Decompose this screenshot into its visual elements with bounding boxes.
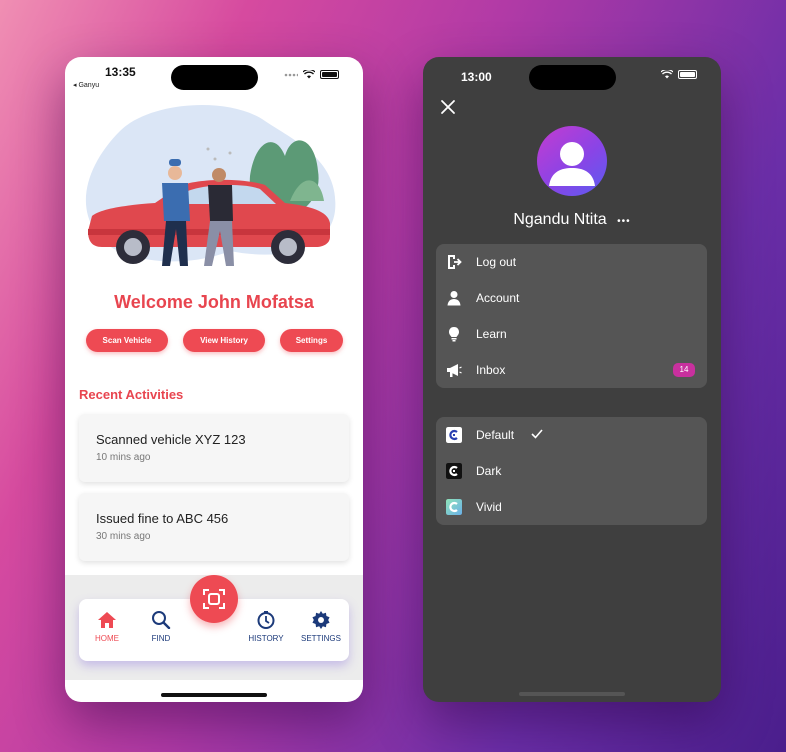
scan-icon [203,589,225,609]
battery-icon [678,70,697,79]
close-icon[interactable] [440,99,456,115]
activity-card[interactable]: Issued fine to ABC 456 30 mins ago [79,493,349,561]
lightbulb-icon [449,327,459,342]
left-phone-screen: 13:35 ◂ Ganyu Welcome John Mofatsa Scan … [65,57,363,702]
menu-item-logout[interactable]: Log out [436,244,707,280]
account-menu: Log out Account Learn Inbox 14 [436,244,707,388]
dark-theme-icon [446,463,462,479]
home-icon [98,612,116,628]
tab-home[interactable]: HOME [84,611,130,643]
theme-option-default[interactable]: Default [436,417,707,453]
tab-history[interactable]: HISTORY [243,611,289,643]
quick-actions: Scan Vehicle View History Settings [86,329,343,352]
activity-time: 10 mins ago [96,452,151,463]
history-icon [257,611,275,629]
menu-item-label: Learn [476,327,507,341]
dynamic-island [171,65,258,90]
tab-label: HISTORY [248,634,284,643]
inbox-count-badge: 14 [673,363,695,377]
theme-menu: Default Dark Vivid [436,417,707,525]
dynamic-island [529,65,616,90]
tab-find[interactable]: FIND [138,611,184,643]
recent-activities-title: Recent Activities [79,387,184,402]
home-indicator [519,692,625,696]
right-phone-screen: 13:00 Ngandu Ntita ••• Log out Account L… [423,57,721,702]
wifi-icon [661,70,673,79]
menu-item-account[interactable]: Account [436,280,707,316]
person-avatar-icon [549,142,595,186]
wifi-icon [303,70,315,79]
menu-item-label: Account [476,291,520,305]
user-name-row: Ngandu Ntita ••• [423,211,721,229]
theme-option-dark[interactable]: Dark [436,453,707,489]
activity-title: Issued fine to ABC 456 [96,511,229,526]
menu-item-label: Log out [476,255,517,269]
default-theme-icon [446,427,462,443]
megaphone-icon [447,364,462,377]
avatar[interactable] [537,126,607,196]
menu-item-learn[interactable]: Learn [436,316,707,352]
settings-button[interactable]: Settings [280,329,343,352]
police-car-illustration [85,104,336,266]
scan-fab-button[interactable] [190,575,238,623]
tab-label: HOME [95,634,119,643]
status-icons [284,70,339,79]
tab-label: FIND [151,634,171,643]
theme-option-label: Dark [476,464,502,478]
battery-icon [320,70,339,79]
activity-time: 30 mins ago [96,531,151,542]
home-indicator [161,693,267,697]
view-history-button[interactable]: View History [183,329,265,352]
theme-option-label: Vivid [476,500,502,514]
welcome-heading: Welcome John Mofatsa [114,292,314,312]
tab-settings[interactable]: SETTINGS [298,611,344,643]
person-icon [447,291,461,306]
scan-vehicle-button[interactable]: Scan Vehicle [86,329,168,352]
tab-label: SETTINGS [300,634,341,643]
back-to-app-link[interactable]: ◂ Ganyu [73,81,99,89]
gear-icon [312,611,330,629]
theme-option-vivid[interactable]: Vivid [436,489,707,525]
logout-icon [448,255,462,269]
checkmark-icon [531,429,543,439]
search-icon [152,611,171,630]
user-name: Ngandu Ntita [513,211,607,228]
activity-title: Scanned vehicle XYZ 123 [96,432,246,447]
theme-option-label: Default [476,428,515,442]
status-time: 13:35 [105,65,136,79]
status-time: 13:00 [461,70,492,84]
menu-item-label: Inbox [476,363,506,377]
signal-icon [284,73,298,76]
activity-card[interactable]: Scanned vehicle XYZ 123 10 mins ago [79,414,349,482]
menu-item-inbox[interactable]: Inbox 14 [436,352,707,388]
vivid-theme-icon [446,499,462,515]
status-icons [661,70,697,79]
more-options-button[interactable]: ••• [617,216,631,227]
